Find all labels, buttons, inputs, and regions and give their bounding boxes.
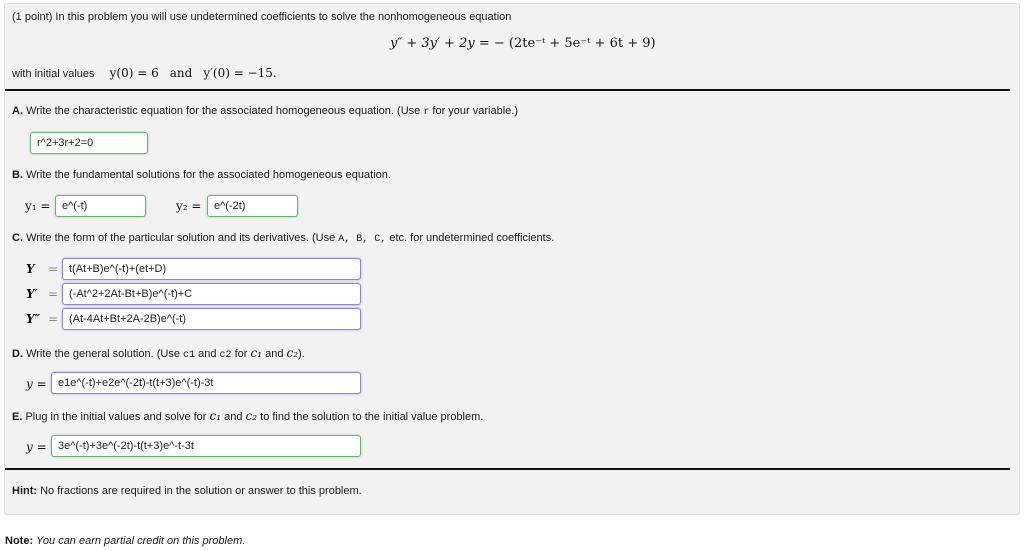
hint-label: Hint: bbox=[12, 485, 38, 497]
intro-text: In this problem you will use undetermine… bbox=[55, 11, 512, 23]
part-c-text: Write the form of the particular solutio… bbox=[26, 232, 336, 244]
hint: Hint: No fractions are required in the s… bbox=[12, 485, 362, 497]
part-d-label: D. bbox=[12, 348, 23, 360]
part-c-coeffs: A, B, C, bbox=[338, 234, 387, 245]
part-d-c1-math: c₁ bbox=[250, 346, 263, 360]
second-derivative-input[interactable] bbox=[62, 308, 361, 330]
first-derivative-input[interactable] bbox=[62, 283, 361, 305]
part-e-label: E. bbox=[12, 411, 23, 423]
initial-values-row: with initial values y(0) = 6 and y′(0) =… bbox=[12, 66, 277, 80]
Y-double-prime-equals: = bbox=[48, 312, 59, 326]
part-d-text: Write the general solution. (Use bbox=[26, 348, 180, 360]
part-d-and: and bbox=[198, 348, 217, 360]
part-d-close: ). bbox=[298, 348, 305, 360]
equation-lhs: y″ + 3y′ + 2y bbox=[390, 36, 475, 51]
initial-values-and: and bbox=[169, 66, 193, 80]
Y-prime-label: Y′ bbox=[26, 287, 38, 301]
part-d-for: for bbox=[234, 348, 248, 360]
Y-prime-equals: = bbox=[48, 287, 59, 301]
part-d-c2: c2 bbox=[219, 350, 232, 361]
points-label: (1 point) bbox=[12, 11, 53, 23]
initial-values-label: with initial values bbox=[12, 68, 95, 80]
y1-input[interactable] bbox=[55, 195, 146, 217]
part-d-and2: and bbox=[265, 348, 284, 360]
part-c-text-after: etc. for undetermined coefficients. bbox=[389, 232, 555, 244]
divider-top bbox=[5, 89, 1010, 91]
part-e-text: Plug in the initial values and solve for bbox=[25, 411, 207, 423]
Y-label: Y bbox=[26, 262, 35, 276]
part-a-text: Write the characteristic equation for th… bbox=[26, 105, 421, 117]
particular-solution-input[interactable] bbox=[62, 258, 361, 280]
note-text: You can earn partial credit on this prob… bbox=[36, 535, 246, 547]
part-e-prompt: E. Plug in the initial values and solve … bbox=[12, 409, 483, 423]
y2-label: y₂ = bbox=[176, 199, 202, 213]
part-d-c2-math: c₂ bbox=[286, 346, 299, 360]
part-e-c1-math: c₁ bbox=[209, 409, 222, 423]
part-d-prompt: D. Write the general solution. (Use c1 a… bbox=[12, 346, 305, 361]
Y-equals: = bbox=[48, 262, 59, 276]
part-e-text-after: to find the solution to the initial valu… bbox=[260, 411, 484, 423]
characteristic-equation-input[interactable] bbox=[30, 132, 148, 154]
divider-bottom bbox=[5, 468, 1010, 470]
note: Note: You can earn partial credit on thi… bbox=[5, 535, 245, 547]
part-c-prompt: C. Write the form of the particular solu… bbox=[12, 232, 554, 245]
part-c-label: C. bbox=[12, 232, 23, 244]
part-e-and: and bbox=[224, 411, 243, 423]
part-a-var: r bbox=[423, 107, 430, 118]
general-solution-input[interactable] bbox=[51, 372, 361, 394]
part-d-c1: c1 bbox=[183, 350, 196, 361]
part-b-prompt: B. Write the fundamental solutions for t… bbox=[12, 169, 391, 181]
general-solution-label: y = bbox=[26, 377, 47, 391]
part-e-c2-math: c₂ bbox=[245, 409, 258, 423]
initial-value-yp0: y′(0) = −15. bbox=[203, 66, 277, 80]
problem-intro: (1 point) In this problem you will use u… bbox=[12, 11, 511, 23]
part-a-prompt: A. Write the characteristic equation for… bbox=[12, 105, 518, 118]
part-a-label: A. bbox=[12, 105, 23, 117]
initial-value-y0: y(0) = 6 bbox=[109, 66, 159, 80]
main-equation: y″ + 3y′ + 2y = − (2te⁻ᵗ + 5e⁻ᵗ + 6t + 9… bbox=[390, 36, 656, 51]
part-b-text: Write the fundamental solutions for the … bbox=[26, 169, 391, 181]
ivp-solution-label: y = bbox=[26, 440, 47, 454]
note-label: Note: bbox=[5, 535, 34, 547]
y1-label: y₁ = bbox=[25, 199, 51, 213]
y2-input[interactable] bbox=[207, 195, 298, 217]
ivp-solution-input[interactable] bbox=[51, 435, 361, 457]
part-a-text-after: for your variable.) bbox=[432, 105, 518, 117]
equation-rhs: − (2te⁻ᵗ + 5e⁻ᵗ + 6t + 9) bbox=[493, 36, 656, 51]
part-b-label: B. bbox=[12, 169, 23, 181]
hint-text: No fractions are required in the solutio… bbox=[40, 485, 362, 497]
Y-double-prime-label: Y″ bbox=[26, 312, 40, 326]
